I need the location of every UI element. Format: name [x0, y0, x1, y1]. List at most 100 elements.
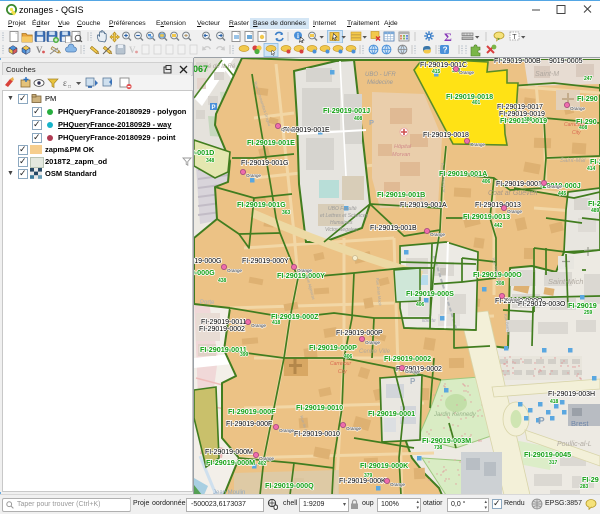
svg-text:FI-29019-0011: FI-29019-0011	[201, 319, 247, 326]
svg-text:402: 402	[258, 461, 267, 467]
svg-text:Orange: Orange	[507, 209, 523, 214]
svg-text:FI-29019-0001: FI-29019-0001	[496, 181, 542, 188]
svg-text:UBO - UFR: UBO - UFR	[365, 72, 396, 78]
svg-text:Orange: Orange	[246, 173, 262, 178]
svg-text:FI-2: FI-2	[590, 157, 600, 166]
svg-text:V: V	[36, 45, 43, 55]
svg-text:Orange: Orange	[365, 340, 381, 345]
svg-text:FI-29019-0013: FI-29019-0013	[475, 202, 521, 209]
svg-text:415: 415	[432, 69, 441, 75]
svg-text:FI-29019-001B: FI-29019-001B	[370, 225, 417, 232]
svg-text:0067: 0067	[194, 64, 208, 74]
svg-text:FI-29019-000Y: FI-29019-000Y	[242, 258, 289, 265]
svg-text:Orange: Orange	[570, 106, 586, 111]
svg-text:FI-29019-0002: FI-29019-0002	[199, 326, 245, 333]
svg-text:Saint-M: Saint-M	[535, 71, 559, 78]
svg-text:Σ: Σ	[444, 30, 452, 43]
svg-text:FI-29019-0001: FI-29019-0001	[368, 409, 415, 418]
svg-text:445: 445	[558, 191, 567, 197]
svg-text:FI-29019-000P: FI-29019-000P	[336, 330, 383, 337]
svg-text:418: 418	[550, 399, 559, 405]
svg-text:Hôpital: Hôpital	[394, 144, 412, 150]
svg-text:T: T	[512, 34, 517, 41]
svg-text:Carrefour: Carrefour	[564, 122, 585, 128]
svg-text:FI-29019: FI-29019	[568, 301, 597, 310]
svg-text:Orange: Orange	[405, 369, 421, 374]
svg-text:Orange: Orange	[346, 426, 362, 431]
svg-text:P: P	[212, 105, 216, 111]
svg-text:247: 247	[584, 76, 593, 82]
svg-text:FI-29019-000K: FI-29019-000K	[360, 461, 409, 470]
svg-text:FI-29019-0013: FI-29019-0013	[463, 212, 510, 221]
svg-text:379: 379	[364, 473, 373, 479]
svg-text:406: 406	[482, 179, 491, 185]
svg-text:?: ?	[443, 45, 448, 54]
svg-text:489: 489	[591, 208, 600, 214]
svg-text:FI-29019-003H: FI-29019-003H	[548, 391, 595, 398]
svg-text:City: City	[338, 369, 347, 375]
svg-text:FI-29019-000P: FI-29019-000P	[309, 343, 357, 352]
svg-text:FI-29019-000G: FI-29019-000G	[194, 268, 215, 277]
svg-text:et Lettres et Sciences: et Lettres et Sciences	[320, 213, 369, 219]
svg-text:401: 401	[472, 100, 481, 106]
svg-text:Orange: Orange	[470, 142, 486, 147]
svg-text:Carrefour: Carrefour	[330, 361, 351, 367]
svg-text:FI-29019-0002: FI-29019-0002	[384, 354, 431, 363]
svg-text:Orange: Orange	[251, 323, 267, 328]
svg-text:FI-29: FI-29	[582, 475, 599, 484]
svg-text:Saint-Mich: Saint-Mich	[548, 277, 583, 286]
svg-text:363: 363	[282, 210, 291, 216]
svg-text:FI-29019-0017: FI-29019-0017	[497, 104, 543, 111]
svg-text:Orange: Orange	[281, 127, 297, 132]
svg-text:414: 414	[587, 166, 596, 172]
svg-text:399: 399	[240, 352, 249, 358]
svg-text:317: 317	[549, 460, 558, 466]
svg-text:FI-29019-003M: FI-29019-003M	[422, 436, 471, 445]
svg-text:Saint-Mar: Saint-Mar	[560, 158, 587, 164]
svg-text:é de la Ré: é de la Ré	[208, 64, 236, 70]
svg-text:FI-29019-0010: FI-29019-0010	[294, 431, 340, 438]
svg-text:FI-29019-003O: FI-29019-003O	[518, 301, 566, 308]
svg-text:FI-29019-000B: FI-29019-000B	[494, 58, 541, 65]
svg-text:738: 738	[434, 445, 443, 451]
svg-text:FI-29019-001J: FI-29019-001J	[323, 106, 370, 115]
svg-text:FI-29019-000F: FI-29019-000F	[228, 407, 276, 416]
svg-text:FI-29019-001E: FI-29019-001E	[247, 138, 295, 147]
svg-text:FI-29019-000F: FI-29019-000F	[226, 421, 272, 428]
svg-text:Centre Ville: Centre Ville	[359, 349, 391, 355]
svg-text:Orange: Orange	[227, 268, 243, 273]
svg-text:FI-29019-000Q: FI-29019-000Q	[265, 481, 314, 490]
svg-text:FI-29019-0018: FI-29019-0018	[446, 92, 493, 101]
svg-text:Orange: Orange	[279, 428, 295, 433]
svg-text:FI-29019-000M: FI-29019-000M	[206, 458, 255, 467]
svg-text:ε: ε	[63, 78, 67, 88]
svg-text:UBO Faculté: UBO Faculté	[328, 206, 357, 212]
svg-text:i: i	[297, 32, 299, 40]
svg-text:FI-29019-000K: FI-29019-000K	[339, 478, 386, 485]
svg-text:418: 418	[272, 320, 281, 326]
svg-text:P: P	[369, 118, 374, 127]
svg-text:Orange: Orange	[430, 232, 446, 237]
svg-text:Porte: Porte	[200, 300, 215, 306]
svg-text:Orange: Orange	[297, 268, 313, 273]
svg-text:Orange: Orange	[259, 456, 275, 461]
svg-text:Coat ar Guéven: Coat ar Guéven	[488, 190, 538, 197]
svg-text:liberte: liberte	[422, 318, 436, 324]
svg-text:9019-0005: 9019-0005	[549, 58, 583, 65]
svg-text:FI-29019-0018: FI-29019-0018	[423, 132, 469, 139]
svg-text:Médecine: Médecine	[367, 80, 394, 86]
svg-text:Victor Segalen: Victor Segalen	[325, 227, 358, 233]
svg-text:Humaines: Humaines	[330, 220, 353, 226]
svg-text:V: V	[129, 45, 136, 55]
svg-text:FI-29019-0045: FI-29019-0045	[524, 450, 571, 459]
svg-text:386: 386	[524, 117, 533, 123]
svg-text:283: 283	[580, 484, 589, 490]
svg-text:FI-29019-001G: FI-29019-001G	[237, 200, 286, 209]
svg-text:Brest: Brest	[571, 419, 589, 428]
svg-text:P: P	[410, 377, 416, 386]
svg-text:FI-290: FI-290	[577, 94, 598, 103]
svg-text:408: 408	[354, 116, 363, 122]
svg-text:348: 348	[206, 158, 215, 164]
svg-text:FI-29019-001D: FI-29019-001D	[194, 148, 214, 157]
svg-text:Orange: Orange	[390, 482, 406, 487]
